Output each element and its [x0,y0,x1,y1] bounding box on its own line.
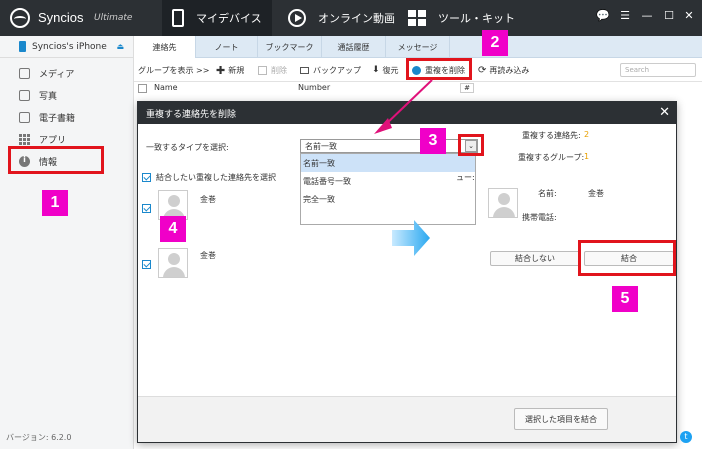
contact-checkbox-2[interactable] [142,260,151,269]
sidebar-item-label: アプリ [39,135,67,146]
merge-selected-button[interactable]: 選択した項目を結合 [514,408,608,430]
show-group-button[interactable]: グループを表示 >> [138,58,209,82]
backup-button[interactable]: バックアップ [300,58,361,82]
sidebar-item-media[interactable]: メディア [0,62,134,84]
apps-icon [19,133,30,145]
step-marker-1: 1 [42,190,68,216]
step-marker-5: 5 [612,286,638,312]
dialog-footer: 選択した項目を結合 [138,396,676,442]
select-duplicates-label: 結合したい重複した連絡先を選択 [156,173,276,182]
app-edition: Ultimate [94,13,133,23]
trash-icon [258,65,267,75]
sub-tab-bar: 連絡先 ノート ブックマーク 通話履歴 メッセージ [134,36,702,58]
phone-icon [172,9,184,27]
tab-toolkit-label: ツール・キット [438,12,515,25]
highlight-merge [578,240,676,276]
app-name: Syncios [38,10,84,25]
dup-contacts-count: 2 [584,130,590,139]
select-all-checkbox[interactable] [138,84,147,93]
preview-label: ュー: [456,173,475,182]
photo-icon [19,89,30,101]
sidebar-item-label: 電子書籍 [39,113,76,124]
column-name: Name [154,83,178,92]
tab-call-history[interactable]: 通話履歴 [322,36,386,58]
sidebar-item-photos[interactable]: 写真 [0,84,134,106]
preview-name-label: 名前: [538,189,557,198]
highlight-info [8,146,104,174]
tab-bookmarks[interactable]: ブックマーク [258,36,322,58]
sidebar-item-label: 写真 [39,91,58,102]
option-exact-match[interactable]: 完全一致 [301,190,475,208]
refresh-icon: ⟳ [478,64,487,76]
new-label: 新規 [228,65,245,75]
title-bar: Syncios Ultimate マイデバイス オンライン動画 ツール・キット … [0,0,702,36]
monitor-icon [300,66,309,74]
dup-contacts-label: 重複する連絡先: [522,131,581,140]
close-icon[interactable]: ✕ [682,9,696,22]
option-name-match[interactable]: 名前一致 [301,154,475,172]
iphone-icon [19,41,26,52]
contact-avatar-2 [158,248,188,278]
delete-button[interactable]: 削除 [258,58,287,82]
match-type-label: 一致するタイプを選択: [146,143,229,152]
step-marker-3: 3 [420,128,446,154]
play-icon [288,9,306,27]
media-icon [19,67,30,79]
option-phone-match[interactable]: 電話番号一致 [301,172,475,190]
column-index: # [460,83,474,93]
tab-messages[interactable]: メッセージ [386,36,450,58]
dup-groups-label: 重複するグループ: [518,153,585,162]
sidebar: Syncios's iPhone ⏏ メディア 写真 電子書籍 アプリ 情報 バ… [0,36,134,449]
tab-contacts[interactable]: 連絡先 [134,36,196,58]
new-button[interactable]: ✚ 新規 [216,58,244,82]
device-selector[interactable]: Syncios's iPhone ⏏ [0,36,134,58]
merge-arrow-icon [392,220,430,256]
tab-online-video[interactable]: オンライン動画 [288,0,398,36]
column-number: Number [298,83,331,92]
delete-label: 削除 [271,65,287,75]
toolkit-icon [408,10,426,26]
contact-checkbox-1[interactable] [142,204,151,213]
ebook-icon [19,111,30,123]
match-type-options: 名前一致 電話番号一致 完全一致 [300,153,476,225]
backup-label: バックアップ [313,65,361,75]
dialog-close-icon[interactable]: ✕ [659,105,670,120]
restore-label: 復元 [382,65,399,75]
preview-name-value: 金巻 [588,189,604,198]
version-label: バージョン: 6.2.0 [6,433,72,442]
dup-groups-count: 1 [584,152,590,161]
tab-my-device[interactable]: マイデバイス [162,0,272,36]
syncios-logo-icon [10,8,30,28]
maximize-icon[interactable]: ☐ [662,9,676,22]
step-marker-4: 4 [160,216,186,242]
reload-button[interactable]: ⟳ 再読み込み [478,58,529,82]
download-icon: ⬇ [372,65,380,75]
reload-label: 再読み込み [489,65,530,75]
preview-avatar [488,188,518,218]
plus-icon: ✚ [216,63,226,77]
highlight-dropdown [458,134,484,156]
contact-name-1: 金巻 [200,195,216,204]
tab-notes[interactable]: ノート [196,36,258,58]
preview-phone-label: 携帯電話: [522,213,557,222]
highlight-remove-duplicates [406,58,472,80]
message-icon[interactable]: 💬 [596,9,610,22]
tab-online-video-label: オンライン動画 [318,12,395,25]
do-not-merge-button[interactable]: 結合しない [490,251,580,266]
eject-icon[interactable]: ⏏ [116,42,124,51]
select-all-duplicates-checkbox[interactable] [142,173,151,182]
device-name: Syncios's iPhone [32,41,107,52]
tab-my-device-label: マイデバイス [196,12,262,25]
sidebar-item-label: メディア [39,69,75,80]
minimize-icon[interactable]: — [640,9,654,22]
dialog-title: 重複する連絡先を削除 [146,109,237,120]
search-input[interactable]: Search [620,63,696,77]
contact-name-2: 金巻 [200,251,216,260]
match-type-select[interactable]: 名前一致 [300,139,478,153]
twitter-icon[interactable]: t [680,431,692,443]
menu-icon[interactable]: ☰ [618,9,632,22]
step-marker-2: 2 [482,30,508,56]
sidebar-item-ebooks[interactable]: 電子書籍 [0,106,134,128]
